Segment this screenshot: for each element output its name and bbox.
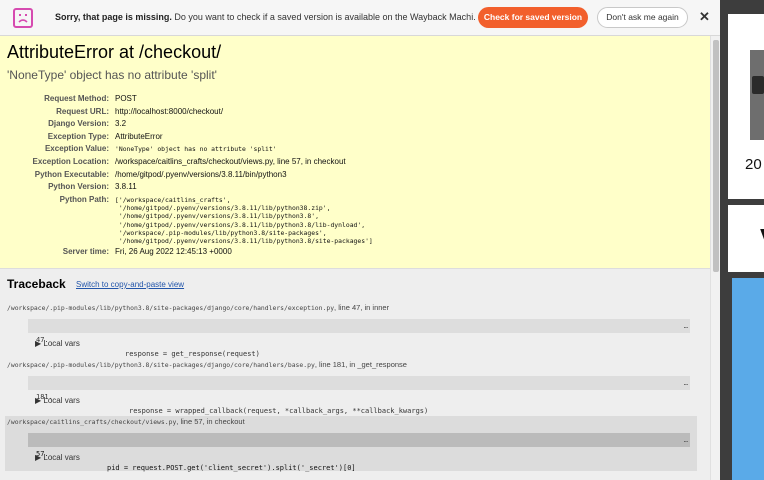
meta-key: Django Version:: [48, 119, 109, 129]
error-title: AttributeError at /checkout/: [7, 42, 222, 62]
meta-key: Python Path:: [59, 194, 109, 204]
screen: Sorry, that page is missing. Do you want…: [0, 0, 764, 480]
local-vars-toggle[interactable]: ▶ Local vars: [35, 396, 80, 405]
code-text: response = get_response(request): [125, 350, 260, 358]
frame-file: /workspace/.pip-modules/lib/python3.8/si…: [7, 304, 335, 312]
frame-file: /workspace/caitlins_crafts/checkout/view…: [7, 418, 177, 426]
meta-value: POST: [115, 94, 137, 103]
meta-value: Fri, 26 Aug 2022 12:45:13 +0000: [115, 246, 232, 256]
meta-key: Exception Value:: [44, 144, 109, 154]
frame-suffix: , line 57, in checkout: [176, 417, 245, 426]
frame-suffix: , line 181, in _get_response: [314, 360, 407, 369]
code-line-error[interactable]: 57. pid = request.POST.get('client_secre…: [28, 433, 690, 472]
expand-context-icon[interactable]: …: [684, 433, 688, 447]
wayback-message: Sorry, that page is missing. Do you want…: [55, 12, 475, 22]
browser-page: Sorry, that page is missing. Do you want…: [0, 0, 720, 480]
expand-context-icon[interactable]: …: [684, 319, 688, 333]
frame-path: /workspace/.pip-modules/lib/python3.8/si…: [7, 360, 407, 369]
code-line[interactable]: 47. response = get_response(request) …: [28, 319, 690, 358]
error-subtitle: 'NoneType' object has no attribute 'spli…: [7, 68, 217, 82]
background-card: [728, 205, 764, 272]
meta-key: Exception Type:: [47, 131, 109, 141]
wayback-notification-bar: Sorry, that page is missing. Do you want…: [0, 0, 720, 36]
vertical-scrollbar[interactable]: [710, 36, 720, 480]
meta-row-exception-value: Exception Value: 'NoneType' object has n…: [0, 143, 710, 156]
meta-key: Python Version:: [48, 182, 109, 192]
code-line[interactable]: 181. response = wrapped_callback(request…: [28, 376, 690, 415]
meta-key: Python Executable:: [34, 169, 109, 179]
wayback-message-rest: Do you want to check if a saved version …: [171, 12, 475, 22]
meta-row-request-method: Request Method: POST: [0, 93, 710, 106]
switch-view-link[interactable]: Switch to copy-and-paste view: [76, 280, 184, 289]
meta-key: Exception Location:: [32, 156, 109, 166]
meta-value: 3.8.11: [115, 182, 137, 192]
python-path-value: ['/workspace/caitlins_crafts', '/home/gi…: [115, 195, 373, 246]
meta-row-django-version: Django Version: 3.2: [0, 118, 710, 131]
meta-value: /workspace/caitlins_crafts/checkout/view…: [115, 156, 346, 166]
wayback-message-bold: Sorry, that page is missing.: [55, 12, 172, 22]
background-year-text: 20: [745, 156, 762, 173]
meta-row-server-time: Server time: Fri, 26 Aug 2022 12:45:13 +…: [0, 246, 710, 259]
frame-path: /workspace/caitlins_crafts/checkout/view…: [7, 417, 245, 426]
background-window: 20 V: [720, 0, 764, 480]
error-summary: AttributeError at /checkout/ 'NoneType' …: [0, 36, 710, 269]
sad-face-icon: [13, 8, 33, 28]
check-saved-version-button[interactable]: Check for saved version: [478, 7, 588, 28]
expand-context-icon[interactable]: …: [684, 376, 688, 390]
close-icon[interactable]: ✕: [699, 9, 710, 25]
meta-row-request-url: Request URL: http://localhost:8000/check…: [0, 106, 710, 119]
meta-key: Request Method:: [44, 94, 109, 103]
traceback-title: Traceback: [7, 277, 66, 291]
meta-row-exception-location: Exception Location: /workspace/caitlins_…: [0, 156, 710, 169]
meta-row-python-version: Python Version: 3.8.11: [0, 181, 710, 194]
background-image-detail: [752, 76, 764, 94]
meta-value: /home/gitpod/.pyenv/versions/3.8.11/bin/…: [115, 169, 287, 179]
meta-value: http://localhost:8000/checkout/: [115, 106, 224, 116]
background-image: [750, 50, 764, 140]
meta-row-python-executable: Python Executable: /home/gitpod/.pyenv/v…: [0, 169, 710, 182]
meta-key: Request URL:: [56, 106, 109, 116]
meta-row-python-path: Python Path: ['/workspace/caitlins_craft…: [0, 194, 710, 246]
meta-value: AttributeError: [115, 131, 163, 141]
meta-row-exception-type: Exception Type: AttributeError: [0, 131, 710, 144]
local-vars-toggle[interactable]: ▶ Local vars: [35, 339, 80, 348]
scrollbar-thumb[interactable]: [713, 40, 719, 272]
background-letter-text: V: [760, 223, 764, 254]
frame-file: /workspace/.pip-modules/lib/python3.8/si…: [7, 361, 315, 369]
request-meta-table: Request Method: POST Request URL: http:/…: [0, 93, 710, 258]
background-blue-panel: [732, 278, 764, 480]
code-text: pid = request.POST.get('client_secret').…: [107, 464, 356, 472]
traceback-section: Traceback Switch to copy-and-paste view …: [0, 269, 710, 480]
local-vars-toggle[interactable]: ▶ Local vars: [35, 453, 80, 462]
frame-suffix: , line 47, in inner: [334, 303, 390, 312]
meta-value: 3.2: [115, 119, 127, 129]
frame-path: /workspace/.pip-modules/lib/python3.8/si…: [7, 303, 389, 312]
dont-ask-again-button[interactable]: Don't ask me again: [597, 7, 688, 28]
meta-key: Server time:: [62, 246, 109, 256]
meta-value: 'NoneType' object has no attribute 'spli…: [115, 145, 277, 154]
